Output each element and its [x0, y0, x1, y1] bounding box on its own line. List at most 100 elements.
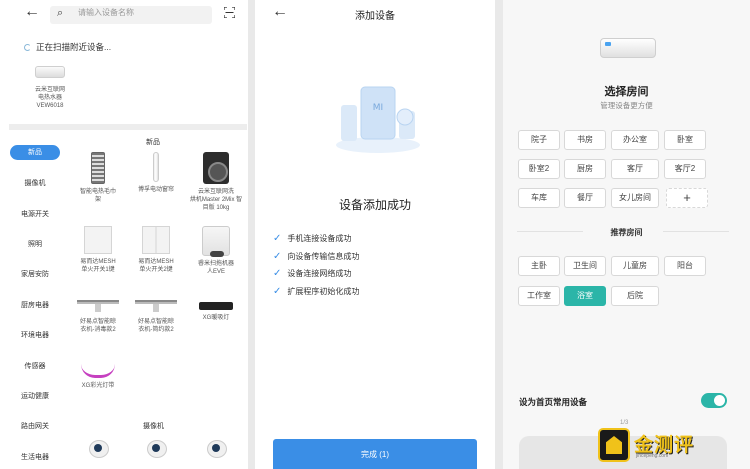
- product-item[interactable]: 睿米扫拖机器 人EVE: [188, 226, 244, 276]
- check-icon: ✓: [273, 268, 282, 279]
- category-camera[interactable]: 摄像机: [10, 178, 60, 188]
- scan-icon[interactable]: [224, 7, 235, 18]
- product-item[interactable]: 好易点智能晾 衣机-消毒款2: [70, 290, 126, 334]
- logo-subtext: jincepeng.com: [636, 453, 669, 459]
- clothes-rack-image: [77, 300, 119, 314]
- recommend-room-chip[interactable]: 卫生间: [564, 256, 606, 276]
- category-sensor[interactable]: 传感器: [10, 361, 60, 371]
- done-button[interactable]: 完成 (1): [273, 439, 477, 469]
- product-label: XG彩光灯带: [81, 383, 115, 389]
- favorite-toggle[interactable]: [701, 393, 727, 408]
- section-divider: [9, 124, 247, 130]
- room-chip[interactable]: 办公室: [611, 130, 659, 150]
- recommend-room-chip[interactable]: 工作室: [518, 286, 560, 306]
- step-label: 向设备传输信息成功: [287, 251, 360, 261]
- product-item[interactable]: XG彩光灯带: [70, 356, 126, 390]
- category-kitchen[interactable]: 厨房电器: [10, 300, 60, 310]
- section-title-camera: 摄像机: [143, 423, 164, 430]
- room-chip[interactable]: 书房: [564, 130, 606, 150]
- recommend-room-chip[interactable]: 后院: [611, 286, 659, 306]
- check-icon: ✓: [273, 285, 282, 297]
- found-device-item[interactable]: 云米互联网 电热水器 VEW6018: [28, 66, 72, 110]
- scanning-text: 正在扫描附近设备...: [36, 42, 112, 52]
- camera-item[interactable]: [188, 438, 244, 466]
- found-device-label: 云米互联网 电热水器 VEW6018: [34, 87, 65, 109]
- recommend-title: 推荐房间: [610, 228, 643, 237]
- product-item[interactable]: 云米互联网洗 烘机Master 2Mix 智 目版 10kg: [186, 152, 246, 212]
- light-strip-image: [81, 364, 115, 378]
- product-label: 易而达MESH 单火开关2键: [138, 259, 174, 273]
- favorite-label: 设为首页常用设备: [519, 397, 588, 407]
- category-power-switch[interactable]: 电源开关: [10, 209, 60, 219]
- watermark-logo: 金测评 jincepeng.com: [598, 428, 718, 462]
- add-room-button[interactable]: +: [666, 188, 708, 208]
- product-item[interactable]: 易而达MESH 单火开关1键: [70, 226, 126, 274]
- room-chip[interactable]: 女儿房间: [611, 188, 659, 208]
- room-chip[interactable]: 客厅: [611, 159, 659, 179]
- step-label: 手机连接设备成功: [287, 234, 352, 243]
- switch-1key-image: [84, 226, 112, 254]
- product-item[interactable]: 博孚电动窗帘: [128, 152, 184, 194]
- step-item: ✓ 设备连接网络成功: [273, 268, 359, 286]
- camera-item[interactable]: [128, 438, 184, 466]
- room-chip[interactable]: 卧室2: [518, 159, 560, 179]
- room-chip[interactable]: 餐厅: [564, 188, 606, 208]
- section-title-new: 新品: [146, 139, 160, 146]
- room-chip[interactable]: 客厅2: [664, 159, 706, 179]
- product-label: 博孚电动窗帘: [137, 187, 174, 193]
- success-illustration-icon: MI: [336, 86, 420, 153]
- screenshot-stage: ← ⌕ 正在扫描附近设备... 云米互联网 电热水器 VEW6018 新品 摄像…: [0, 0, 750, 469]
- room-chip[interactable]: 车库: [518, 188, 560, 208]
- step-label: 设备连接网络成功: [287, 269, 352, 278]
- recommend-room-chip[interactable]: 主卧: [518, 256, 560, 276]
- step-item: ✓ 向设备传输信息成功: [273, 251, 359, 269]
- loading-spinner-icon: [24, 44, 31, 51]
- check-icon: ✓: [273, 233, 282, 244]
- logo-badge-icon: [598, 428, 630, 462]
- recommend-room-chip[interactable]: 儿童房: [611, 256, 659, 276]
- product-label: 好易点智能晾 衣机-简约款2: [137, 319, 174, 333]
- product-label: 好易点智能晾 衣机-消毒款2: [79, 319, 116, 333]
- category-lighting[interactable]: 照明: [10, 239, 60, 249]
- camera-image: [147, 440, 167, 462]
- divider-line: [663, 231, 729, 232]
- category-appliance[interactable]: 生活电器: [10, 452, 60, 462]
- product-label: 智能电热毛巾 架: [79, 189, 116, 203]
- room-title: 选择房间: [604, 86, 649, 98]
- success-title: 设备添加成功: [338, 198, 411, 212]
- category-sport-health[interactable]: 运动健康: [10, 391, 60, 401]
- step-list: ✓ 手机连接设备成功 ✓ 向设备传输信息成功 ✓ 设备连接网络成功 ✓ 扩展程序初始化成…: [273, 233, 359, 303]
- category-router[interactable]: 路由网关: [10, 421, 60, 431]
- product-item[interactable]: 易而达MESH 单火开关2键: [128, 226, 184, 274]
- product-item[interactable]: 好易点智能晾 衣机-简约款2: [128, 290, 184, 334]
- category-environment[interactable]: 环境电器: [10, 330, 60, 340]
- catalog-header: ← ⌕: [0, 0, 248, 32]
- room-chip[interactable]: 卧室: [664, 130, 706, 150]
- search-box[interactable]: ⌕: [50, 6, 212, 24]
- switch-2key-image: [142, 226, 170, 254]
- add-device-panel: ← 添加设备 MI 设备添加成功 ✓ 手机连接设备成功 ✓ 向设备传输信息成功 ✓ 设…: [255, 0, 495, 469]
- room-chip[interactable]: 厨房: [564, 159, 606, 179]
- category-new[interactable]: 新品: [10, 145, 60, 160]
- svg-text:MI: MI: [373, 103, 383, 113]
- recommend-room-chip-selected[interactable]: 浴室: [564, 286, 606, 306]
- heat-lamp-image: [199, 302, 233, 310]
- back-arrow-icon[interactable]: ←: [24, 3, 40, 21]
- recommend-room-chip[interactable]: 阳台: [664, 256, 706, 276]
- camera-item[interactable]: [70, 438, 126, 466]
- step-label: 扩展程序初始化成功: [287, 286, 360, 296]
- search-input[interactable]: [78, 8, 208, 17]
- product-label: 睿米扫拖机器 人EVE: [197, 261, 234, 275]
- scanning-status: 正在扫描附近设备...: [24, 41, 111, 53]
- product-item[interactable]: 智能电热毛巾 架: [70, 152, 126, 204]
- product-item[interactable]: XG暖吸灯: [188, 290, 244, 322]
- water-heater-image: [35, 66, 65, 78]
- page-title: 添加设备: [355, 11, 395, 22]
- robot-vacuum-image: [202, 226, 230, 257]
- category-home-security[interactable]: 家居安防: [10, 269, 60, 279]
- room-chip[interactable]: 院子: [518, 130, 560, 150]
- towel-rack-image: [91, 152, 105, 184]
- camera-image: [207, 440, 227, 462]
- product-label: 易而达MESH 单火开关1键: [80, 259, 116, 273]
- product-label: XG暖吸灯: [202, 315, 230, 321]
